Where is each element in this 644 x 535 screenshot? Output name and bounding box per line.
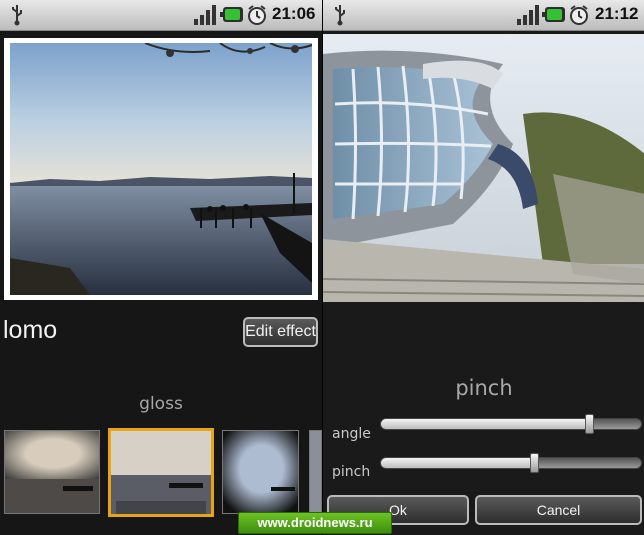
angle-slider[interactable] bbox=[380, 414, 642, 434]
status-time: 21:12 bbox=[595, 4, 639, 23]
pinch-slider-label: pinch bbox=[332, 464, 371, 480]
usb-icon bbox=[335, 5, 345, 26]
cancel-button[interactable]: Cancel bbox=[475, 495, 642, 525]
effect-name-title: lomo bbox=[3, 316, 58, 344]
alarm-clock-icon bbox=[248, 5, 266, 25]
alarm-clock-icon bbox=[570, 5, 588, 25]
usb-icon bbox=[12, 5, 22, 26]
thumbnail-partial[interactable] bbox=[309, 430, 322, 514]
pinch-slider-fill bbox=[381, 458, 535, 468]
angle-slider-label: angle bbox=[332, 426, 371, 442]
pinch-slider-thumb[interactable] bbox=[530, 453, 540, 473]
signal-icon bbox=[194, 5, 216, 25]
pinch-slider[interactable] bbox=[380, 453, 642, 473]
status-bar: 21:06 bbox=[0, 0, 322, 31]
watermark-banner: www.droidnews.ru bbox=[238, 512, 392, 534]
left-screen: 21:06 lomo Edit effect gloss bbox=[0, 0, 322, 535]
effect-title: pinch bbox=[455, 376, 513, 400]
lake-photo[interactable] bbox=[10, 43, 312, 295]
right-screen: 21:12 pinch angle pinch Ok Cancel bbox=[322, 0, 644, 535]
status-bar: 21:12 bbox=[323, 0, 644, 31]
thumbnail-gloss[interactable] bbox=[108, 428, 214, 517]
battery-icon bbox=[220, 7, 243, 22]
photo-preview-frame bbox=[4, 38, 318, 300]
angle-slider-thumb[interactable] bbox=[585, 414, 594, 434]
status-time: 21:06 bbox=[272, 4, 316, 23]
signal-icon bbox=[517, 5, 539, 25]
pinched-building-photo[interactable] bbox=[323, 34, 644, 302]
angle-slider-fill bbox=[381, 419, 589, 429]
selected-effect-label: gloss bbox=[139, 394, 183, 414]
edit-effect-button[interactable]: Edit effect bbox=[243, 317, 318, 347]
thumbnail-vignette[interactable] bbox=[222, 430, 299, 514]
battery-icon bbox=[542, 7, 565, 22]
thumbnail-lomo[interactable] bbox=[4, 430, 100, 514]
